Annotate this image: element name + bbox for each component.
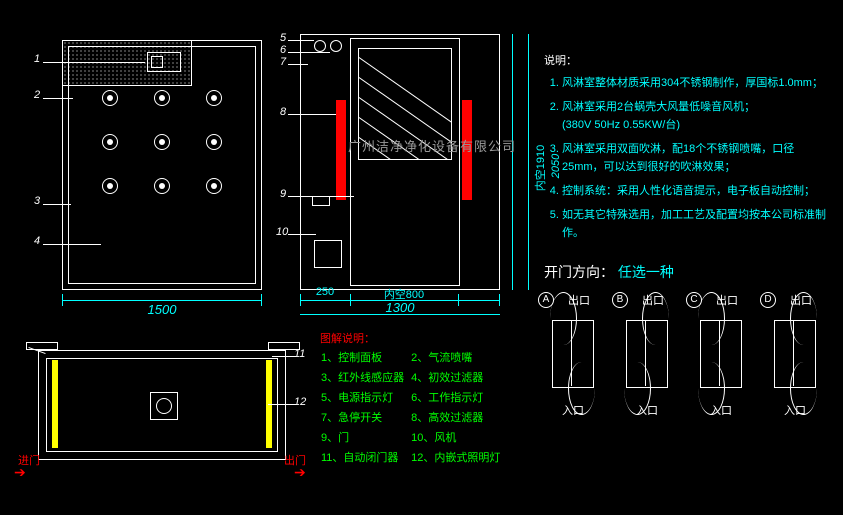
nozzle — [102, 178, 118, 194]
desc-item: 控制系统：采用人性化语音提示，电子板自动控制； — [562, 182, 834, 200]
legend-row: 7、急停开关8、高效过滤器 — [320, 408, 506, 428]
leader-7: 7 — [280, 56, 286, 68]
legend-row: 9、门10、风机 — [320, 428, 506, 448]
desc-item: 风淋室采用双面吹淋，配18个不锈钢喷嘴，口径25mm，可以达到很好的吹淋效果； — [562, 140, 834, 176]
watermark: 广州洁净净化设备有限公司 — [348, 136, 516, 155]
desc-list: 风淋室整体材质采用304不锈钢制作，厚国标1.0mm； 风淋室采用2台蜗壳大风量… — [544, 74, 834, 242]
leader-line — [288, 196, 354, 197]
label-in: 入口 — [558, 402, 588, 418]
option-tag: D — [760, 292, 776, 308]
fan-symbol — [150, 392, 178, 420]
leader-1: 1 — [34, 53, 40, 65]
leader-3: 3 — [34, 195, 40, 207]
legend-row: 5、电源指示灯6、工作指示灯 — [320, 388, 506, 408]
leader-line — [288, 64, 308, 65]
leader-9: 9 — [280, 188, 286, 200]
cabinet-inner — [68, 46, 256, 284]
label-in: 进门 — [18, 452, 40, 468]
side-panel — [52, 360, 58, 448]
legend-row: 3、红外线感应器4、初效过滤器 — [320, 368, 506, 388]
door-swing — [550, 292, 577, 345]
nozzle — [154, 178, 170, 194]
leader-4: 4 — [34, 235, 40, 247]
leader-line — [43, 98, 73, 99]
desc-item: 如无其它特殊选用，加工工艺及配置均按本公司标准制作。 — [562, 206, 834, 242]
dim-front-width: 1500 — [62, 302, 262, 317]
nozzle — [206, 178, 222, 194]
leader-5: 5 — [280, 32, 286, 44]
nozzle — [154, 134, 170, 150]
nozzle — [102, 90, 118, 106]
leader-line — [288, 52, 330, 53]
label-in: 入口 — [706, 402, 736, 418]
desc-title: 说明： — [544, 52, 834, 70]
nozzle — [154, 90, 170, 106]
control-panel — [147, 52, 181, 72]
indicator-lamp — [330, 40, 342, 52]
dim-door-side: 250 — [300, 286, 350, 298]
leader-line — [288, 114, 336, 115]
legend-row: 11、自动闭门器12、内嵌式照明灯 — [320, 448, 506, 468]
ir-sensor — [312, 196, 330, 206]
leader-11: 11 — [294, 348, 305, 360]
leader-line — [288, 234, 316, 235]
legend-title: 图解说明： — [320, 330, 530, 348]
leader-line — [43, 244, 101, 245]
description-block: 说明： 风淋室整体材质采用304不锈钢制作，厚国标1.0mm； 风淋室采用2台蜗… — [544, 52, 834, 248]
leader-10: 10 — [276, 226, 288, 238]
leader-line — [288, 40, 314, 41]
desc-item: 风淋室整体材质采用304不锈钢制作，厚国标1.0mm； — [562, 74, 834, 92]
estop-box — [314, 240, 342, 268]
leader-2: 2 — [34, 89, 40, 101]
nozzle — [206, 90, 222, 106]
plan-view: ➔ ➔ — [38, 340, 286, 480]
leader-line — [272, 356, 296, 357]
leader-line — [268, 404, 296, 405]
dim-door-total: 1300 — [300, 300, 500, 315]
legend-table: 1、控制面板2、气流喷嘴 3、红外线感应器4、初效过滤器 5、电源指示灯6、工作… — [320, 348, 506, 468]
label-in: 入口 — [632, 402, 662, 418]
indicator-lamp — [314, 40, 326, 52]
front-elevation — [62, 40, 262, 290]
desc-item: 风淋室采用2台蜗壳大风量低噪音风机； (380V 50Hz 0.55KW/台) — [562, 98, 834, 134]
legend-row: 1、控制面板2、气流喷嘴 — [320, 348, 506, 368]
label-in: 入口 — [780, 402, 810, 418]
door-swing — [790, 292, 817, 345]
door-swing — [642, 292, 669, 345]
leader-line — [43, 62, 145, 63]
label-out: 出门 — [284, 452, 306, 468]
nozzle — [102, 134, 118, 150]
dim-line — [512, 34, 513, 290]
door-elevation — [300, 30, 500, 290]
legend-block: 图解说明： 1、控制面板2、气流喷嘴 3、红外线感应器4、初效过滤器 5、电源指… — [320, 330, 530, 468]
option-tag: B — [612, 292, 628, 308]
dim-line — [62, 300, 262, 301]
leader-6: 6 — [280, 44, 286, 56]
dim-line — [528, 34, 529, 290]
direction-title: 开门方向： 任选一种 — [544, 262, 674, 282]
door-swing — [698, 292, 725, 345]
leader-12: 12 — [294, 396, 306, 408]
leader-8: 8 — [280, 106, 286, 118]
leader-line — [43, 204, 71, 205]
nozzle — [206, 134, 222, 150]
side-strip — [336, 100, 346, 200]
